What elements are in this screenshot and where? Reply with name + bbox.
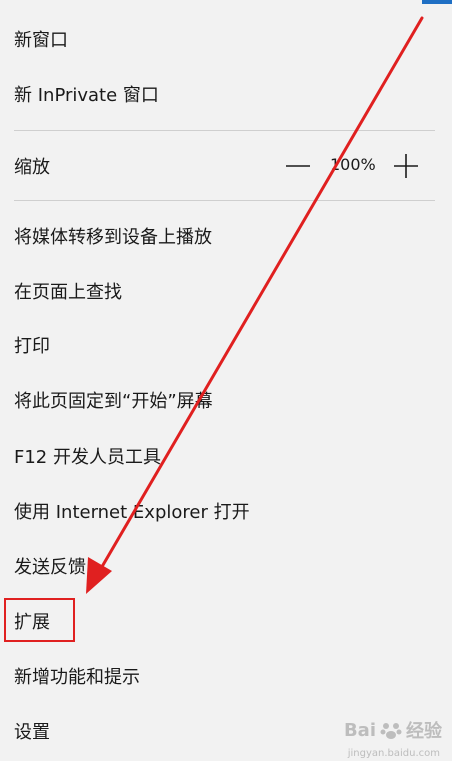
menu-item-find-on-page[interactable]: 在页面上查找 [0, 266, 452, 316]
watermark-suffix: 经验 [406, 721, 442, 742]
zoom-level: 100% [330, 155, 376, 174]
menu-item-open-with-ie[interactable]: 使用 Internet Explorer 打开 [0, 486, 452, 536]
zoom-in-button[interactable] [386, 146, 426, 186]
divider [14, 130, 435, 131]
zoom-row: 缩放 100% [0, 140, 452, 192]
menu-item-label: 将媒体转移到设备上播放 [14, 227, 212, 248]
menu-item-label: 新窗口 [14, 30, 68, 51]
plus-icon [394, 154, 418, 178]
menu-item-send-feedback[interactable]: 发送反馈 [0, 541, 452, 591]
menu-item-label: 新增功能和提示 [14, 667, 140, 688]
menu-item-label: 新 InPrivate 窗口 [14, 85, 159, 106]
menu-item-label: 设置 [14, 722, 50, 743]
zoom-label: 缩放 [14, 157, 50, 178]
menu-item-print[interactable]: 打印 [0, 320, 452, 370]
menu-item-cast-media[interactable]: 将媒体转移到设备上播放 [0, 211, 452, 261]
watermark-url: jingyan.baidu.com [347, 748, 440, 759]
watermark: Bai 经验 [344, 717, 442, 743]
menu-item-label: 在页面上查找 [14, 282, 122, 303]
menu-item-new-window[interactable]: 新窗口 [0, 14, 452, 64]
zoom-out-button[interactable] [278, 146, 318, 186]
menu-item-developer-tools[interactable]: F12 开发人员工具 [0, 431, 452, 481]
menu-item-whats-new[interactable]: 新增功能和提示 [0, 651, 452, 701]
annotation-highlight-box [4, 598, 75, 642]
accent-strip [422, 0, 452, 4]
menu-item-label: F12 开发人员工具 [14, 447, 161, 468]
menu-item-new-inprivate-window[interactable]: 新 InPrivate 窗口 [0, 69, 452, 119]
paw-logo-icon [380, 723, 402, 739]
divider [14, 200, 435, 201]
menu-item-label: 打印 [14, 336, 50, 357]
menu-item-label: 发送反馈 [14, 557, 86, 578]
edge-more-menu: 新窗口 新 InPrivate 窗口 缩放 100% 将媒体转移到设备上播放 在… [0, 0, 452, 761]
minus-icon [286, 165, 310, 167]
menu-item-label: 使用 Internet Explorer 打开 [14, 502, 250, 523]
watermark-brand: Bai [343, 719, 376, 741]
menu-item-label: 将此页固定到“开始”屏幕 [14, 391, 213, 412]
menu-item-pin-to-start[interactable]: 将此页固定到“开始”屏幕 [0, 375, 452, 425]
